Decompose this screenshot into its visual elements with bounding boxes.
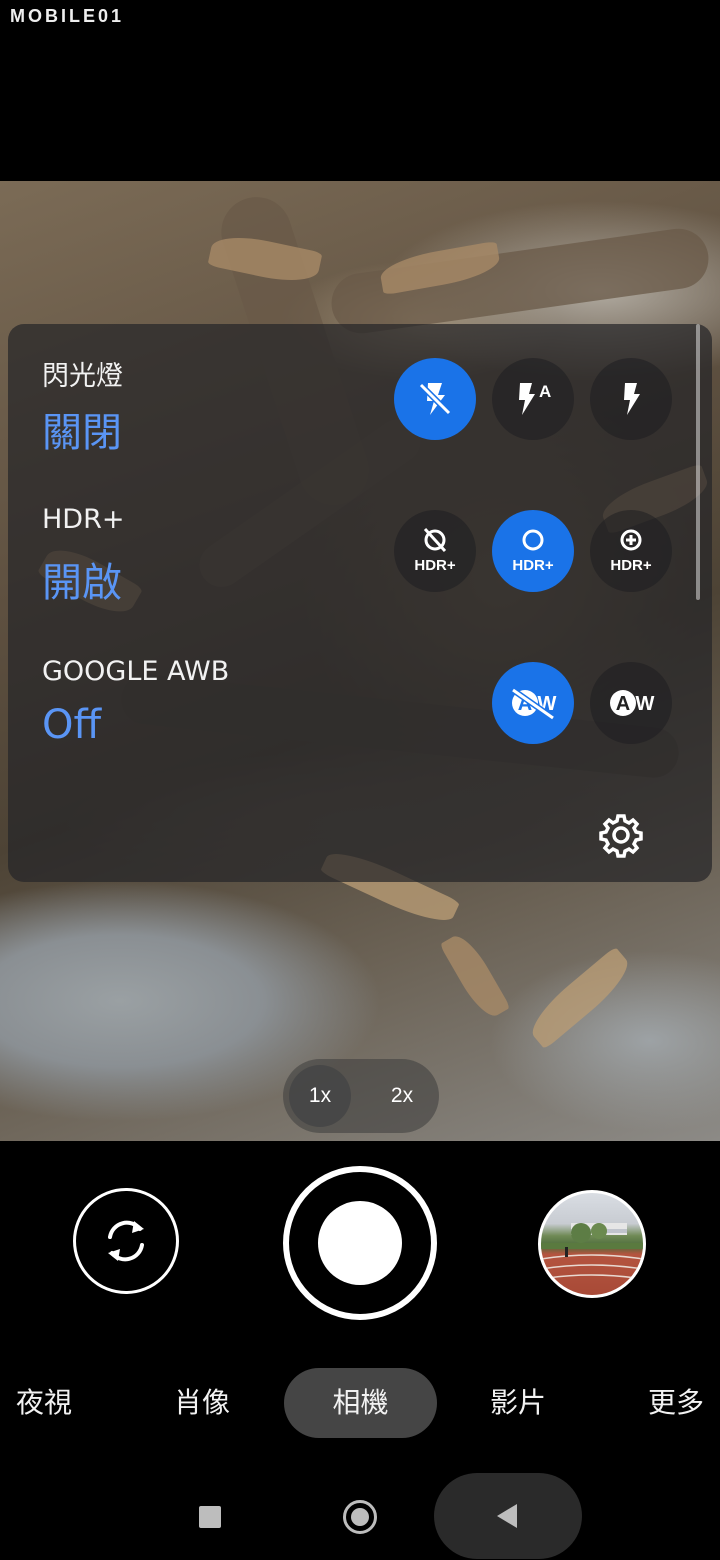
hdr-title: HDR+ — [42, 504, 125, 535]
back-icon — [497, 1504, 517, 1528]
watermark: MOBILE01 — [10, 6, 125, 26]
panel-scrollbar[interactable] — [696, 324, 700, 600]
camera-mode-selector: 夜視 肖像 相機 影片 更多 — [0, 1368, 720, 1438]
awb-value: Off — [42, 702, 102, 748]
zoom-1x-button[interactable]: 1x — [289, 1065, 351, 1127]
home-icon[interactable] — [343, 1500, 377, 1534]
mode-night-sight[interactable]: 夜視 — [0, 1368, 88, 1438]
svg-text:HDR+: HDR+ — [512, 557, 553, 574]
settings-gear-icon[interactable] — [598, 812, 644, 858]
flash-on-icon — [624, 383, 640, 415]
awb-title: GOOGLE AWB — [42, 656, 230, 687]
zoom-toggle: 1x 2x — [283, 1059, 439, 1133]
flash-auto-button[interactable]: A — [492, 358, 574, 440]
awb-off-button[interactable]: A W — [492, 662, 574, 744]
mode-portrait[interactable]: 肖像 — [150, 1368, 254, 1438]
hdr-enhanced-button[interactable]: HDR+ — [590, 510, 672, 592]
system-nav-bar — [0, 1470, 720, 1560]
recents-icon[interactable] — [199, 1506, 221, 1528]
quick-settings-panel: 閃光燈 關閉 A HDR+ 開啟 HDR+ HDR+ HDR+ GOOGLE A… — [8, 324, 712, 882]
flash-value: 關閉 — [42, 410, 122, 456]
svg-text:W: W — [636, 693, 655, 715]
flash-off-button[interactable] — [394, 358, 476, 440]
flash-title: 閃光燈 — [42, 361, 123, 392]
mode-more[interactable]: 更多 — [632, 1368, 720, 1438]
last-photo-thumbnail[interactable] — [538, 1190, 646, 1298]
mode-camera[interactable]: 相機 — [284, 1368, 437, 1438]
hdr-off-icon: HDR+ — [414, 527, 456, 574]
awb-on-button[interactable]: A W — [590, 662, 672, 744]
hdr-value: 開啟 — [42, 560, 122, 606]
switch-camera-icon — [108, 1220, 144, 1262]
hdr-enhanced-icon: HDR+ — [610, 529, 652, 574]
thumbnail-image — [541, 1223, 643, 1280]
hdr-off-button[interactable]: HDR+ — [394, 510, 476, 592]
svg-text:HDR+: HDR+ — [610, 557, 651, 574]
zoom-2x-button[interactable]: 2x — [371, 1065, 433, 1127]
mode-video[interactable]: 影片 — [466, 1368, 570, 1438]
hdr-on-icon: HDR+ — [512, 529, 554, 574]
awb-on-icon: A W — [610, 690, 655, 716]
switch-camera-button[interactable] — [73, 1188, 179, 1294]
flash-off-icon — [418, 382, 452, 416]
hdr-on-button[interactable]: HDR+ — [492, 510, 574, 592]
shutter-button[interactable] — [318, 1201, 402, 1285]
svg-text:A: A — [616, 693, 630, 715]
flash-auto-icon: A — [519, 382, 551, 415]
awb-off-icon: A W — [511, 687, 557, 721]
svg-text:HDR+: HDR+ — [414, 557, 455, 574]
svg-text:A: A — [539, 382, 551, 401]
flash-on-button[interactable] — [590, 358, 672, 440]
